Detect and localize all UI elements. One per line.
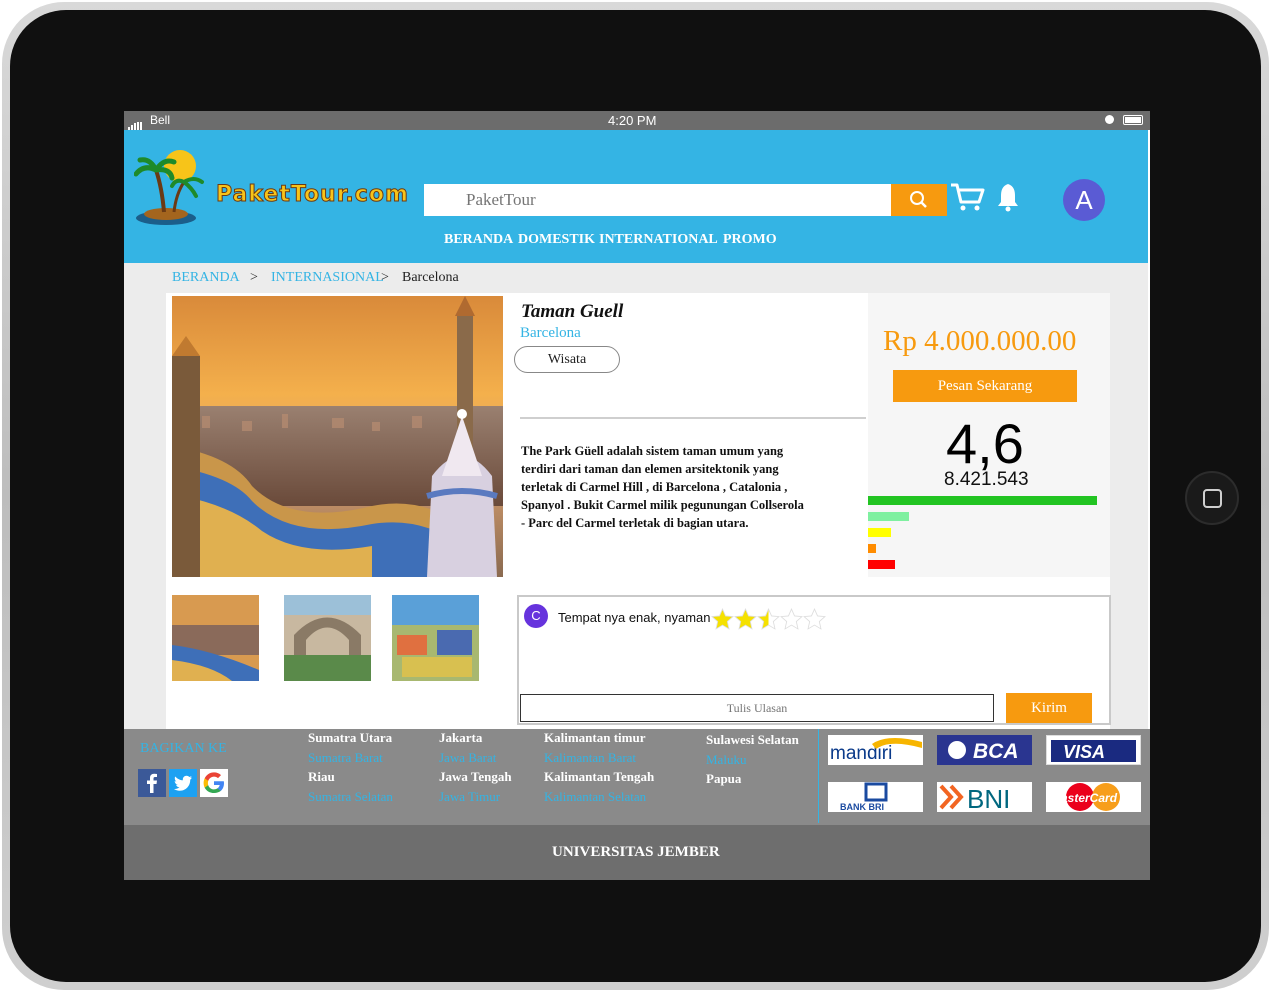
mandiri-logo: mandiri (828, 735, 923, 765)
rating-bar-4-star (868, 512, 909, 521)
footer-region-link[interactable]: Kalimantan Selatan (544, 789, 646, 805)
product-main-photo[interactable] (172, 296, 503, 577)
star-icon (711, 608, 734, 630)
footer-region-link[interactable]: Sumatra Barat (308, 750, 383, 766)
site-header: PaketTour.com A BERANDA DOMES (124, 130, 1148, 263)
send-review-button[interactable]: Kirim (1006, 693, 1092, 723)
product-city[interactable]: Barcelona (520, 325, 581, 342)
footer-region-link[interactable]: Kalimantan timur (544, 730, 645, 746)
mastercard-logo-text: MasterCard (1051, 791, 1118, 805)
product-title: Taman Guell (521, 301, 624, 322)
star-icon (803, 608, 826, 630)
divider (520, 417, 866, 419)
footer-divider (818, 729, 819, 823)
product-thumbnail[interactable] (392, 595, 479, 681)
review-input[interactable] (520, 694, 994, 722)
rating-bar-5-star (868, 496, 1097, 505)
star-icon (734, 608, 757, 630)
rating-bar-1-star (868, 560, 895, 569)
footer-region-link[interactable]: Jawa Timur (439, 789, 500, 805)
footer-region-link[interactable]: Kalimantan Barat (544, 750, 636, 766)
search-input[interactable] (424, 184, 892, 216)
facebook-icon[interactable] (138, 769, 166, 797)
battery-icon (1123, 115, 1143, 125)
product-price: Rp 4.000.000.00 (883, 325, 1077, 357)
search-icon (910, 191, 927, 208)
google-icon[interactable] (200, 769, 228, 797)
mastercard-logo: MasterCard (1046, 782, 1141, 812)
mandiri-logo-text: mandiri (830, 743, 892, 764)
order-now-button[interactable]: Pesan Sekarang (893, 370, 1077, 402)
bca-logo-text: BCA (973, 740, 1019, 763)
logo-text: PaketTour.com (216, 182, 409, 208)
search-box (424, 184, 892, 216)
breadcrumb-separator: > (250, 270, 258, 285)
star-icon (757, 608, 780, 630)
search-button[interactable] (891, 184, 947, 216)
footer-region-link[interactable]: Maluku (706, 752, 746, 768)
footer-region-link[interactable]: Riau (308, 769, 335, 785)
rating-count: 8.421.543 (944, 469, 1029, 490)
product-description: The Park Güell adalah sistem taman umum … (521, 444, 804, 530)
bri-logo-text: BANK BRI (840, 802, 884, 812)
breadcrumb-home[interactable]: BERANDA (172, 270, 240, 286)
share-label: BAGIKAN KE (140, 741, 227, 756)
tablet-home-button[interactable] (1185, 471, 1239, 525)
footer-region-link[interactable]: Sumatra Utara (308, 730, 392, 746)
nav-international[interactable]: INTERNATIONAL (599, 232, 718, 248)
clock: 4:20 PM (608, 113, 657, 128)
cart-icon[interactable] (950, 182, 986, 217)
rating-bar-2-star (868, 544, 876, 553)
star-icon (780, 608, 803, 630)
bni-logo-text: BNI (967, 784, 1010, 812)
rating-bar-3-star (868, 528, 891, 537)
rating-value: 4,6 (946, 412, 1024, 475)
reviewer-avatar: C (524, 604, 548, 628)
status-bar: Bell 4:20 PM (124, 111, 1150, 130)
alarm-icon (1105, 115, 1114, 124)
signal-icon (128, 116, 143, 130)
review-star-rating (711, 608, 826, 635)
bca-logo: BCA (937, 735, 1032, 765)
footer-region-link[interactable]: Jawa Barat (439, 750, 496, 766)
footer-region-link[interactable]: Sulawesi Selatan (706, 732, 799, 748)
nav-beranda[interactable]: BERANDA (444, 232, 513, 248)
screen: Bell 4:20 PM PaketTour.com PaketTour A B… (124, 111, 1150, 880)
twitter-icon[interactable] (169, 769, 197, 797)
visa-logo-text: VISA (1063, 742, 1105, 762)
breadcrumb-current: Barcelona (402, 270, 459, 285)
nav-domestik[interactable]: DOMESTIK (518, 232, 595, 248)
bell-icon[interactable] (996, 182, 1020, 217)
site-logo[interactable]: PaketTour.com (133, 148, 414, 228)
bri-logo: BANK BRI (828, 782, 923, 812)
product-thumbnail[interactable] (284, 595, 371, 681)
footer-region-link[interactable]: Kalimantan Tengah (544, 769, 654, 785)
palm-island-icon (133, 150, 204, 225)
home-square-icon (1203, 489, 1222, 508)
user-avatar[interactable]: A (1063, 179, 1105, 221)
visa-logo: VISA (1046, 735, 1141, 765)
nav-promo[interactable]: PROMO (723, 232, 777, 248)
breadcrumb-category[interactable]: INTERNASIONAL (271, 270, 384, 286)
footer-region-link[interactable]: Sumatra Selatan (308, 789, 393, 805)
bni-logo: BNI (937, 782, 1032, 812)
footer-region-link[interactable]: Papua (706, 771, 741, 787)
footer-region-link[interactable]: Jawa Tengah (439, 769, 512, 785)
product-thumbnail[interactable] (172, 595, 259, 681)
review-text: Tempat nya enak, nyaman (558, 610, 711, 625)
carrier-label: Bell (150, 113, 171, 127)
category-tag-button[interactable]: Wisata (514, 346, 620, 373)
university-label: UNIVERSITAS JEMBER (552, 844, 720, 860)
breadcrumb-separator: > (381, 270, 389, 285)
footer-region-link[interactable]: Jakarta (439, 730, 482, 746)
